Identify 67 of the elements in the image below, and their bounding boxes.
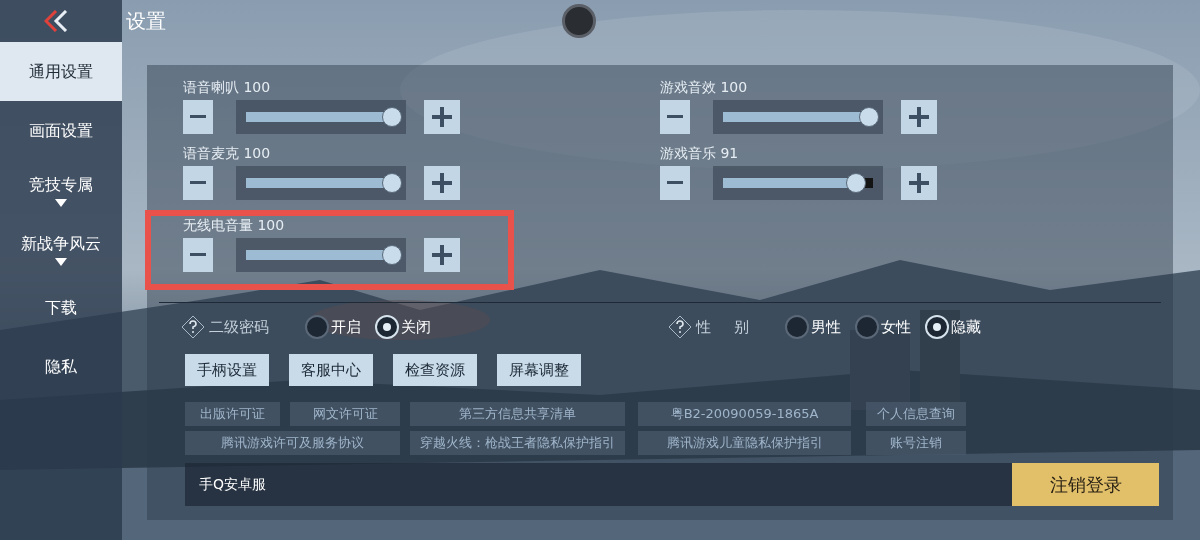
plus-button[interactable]	[901, 166, 937, 200]
minus-icon	[667, 115, 683, 119]
slider-track[interactable]	[236, 100, 406, 134]
plus-button[interactable]	[424, 238, 460, 272]
server-label: 手Q安卓服	[199, 475, 267, 494]
minus-button[interactable]	[183, 166, 213, 200]
link-button[interactable]: 腾讯游戏儿童隐私保护指引	[638, 431, 851, 455]
minus-button[interactable]	[660, 166, 690, 200]
help-icon[interactable]	[181, 315, 205, 339]
plus-icon	[432, 245, 452, 265]
link-button[interactable]: 第三方信息共享清单	[410, 402, 625, 426]
minus-icon	[190, 181, 206, 185]
page-title: 设置	[126, 8, 166, 35]
radio-option[interactable]: 关闭	[375, 315, 431, 339]
option-label: 二级密码	[209, 316, 269, 338]
link-button[interactable]: 出版许可证	[185, 402, 280, 426]
link-button[interactable]: 粤B2-20090059-1865A	[638, 402, 851, 426]
link-button[interactable]: 个人信息查询	[866, 402, 966, 426]
sidebar-item[interactable]: 竞技专属	[0, 160, 122, 219]
action-button[interactable]: 客服中心	[289, 354, 373, 386]
radio-option[interactable]: 隐藏	[924, 315, 981, 339]
slider-track[interactable]	[713, 100, 883, 134]
slider-label: 语音麦克 100	[183, 144, 271, 162]
slider-track[interactable]	[713, 166, 883, 200]
back-icon[interactable]	[44, 10, 68, 32]
minus-icon	[667, 181, 683, 185]
option-label: 性 别	[696, 316, 749, 338]
minus-button[interactable]	[660, 100, 690, 134]
help-icon[interactable]	[668, 315, 692, 339]
slider-label: 游戏音效 100	[660, 78, 748, 96]
plus-icon	[909, 107, 929, 127]
slider-label: 语音喇叭 100	[183, 78, 271, 96]
plus-button[interactable]	[901, 100, 937, 134]
plus-icon	[432, 173, 452, 193]
plus-button[interactable]	[424, 100, 460, 134]
slider-thumb[interactable]	[859, 107, 879, 127]
sidebar-item[interactable]: 新战争风云	[0, 219, 122, 278]
minus-button[interactable]	[183, 100, 213, 134]
link-button[interactable]: 网文许可证	[290, 402, 400, 426]
slider-label: 游戏音乐 91	[660, 144, 739, 162]
slider-thumb[interactable]	[845, 173, 866, 193]
slider-label: 无线电音量 100	[183, 216, 285, 234]
action-button[interactable]: 检查资源	[393, 354, 477, 386]
radio-option[interactable]: 女性	[854, 315, 911, 339]
plus-icon	[909, 173, 929, 193]
minus-button[interactable]	[183, 238, 213, 272]
slider-track[interactable]	[236, 166, 406, 200]
plus-button[interactable]	[424, 166, 460, 200]
slider-thumb[interactable]	[382, 107, 402, 127]
plus-icon	[432, 107, 452, 127]
sidebar-item[interactable]: 通用设置	[0, 42, 122, 101]
sidebar-item[interactable]: 下载	[0, 278, 122, 337]
action-button[interactable]: 手柄设置	[185, 354, 269, 386]
sidebar-item[interactable]: 画面设置	[0, 101, 122, 160]
link-button[interactable]: 穿越火线：枪战王者隐私保护指引	[410, 431, 625, 455]
minus-icon	[190, 115, 206, 119]
slider-track[interactable]	[236, 238, 406, 272]
slider-thumb[interactable]	[382, 173, 402, 193]
link-button[interactable]: 账号注销	[866, 431, 966, 455]
minus-icon	[190, 253, 206, 257]
radio-option[interactable]: 开启	[305, 315, 361, 339]
link-button[interactable]: 腾讯游戏许可及服务协议	[185, 431, 400, 455]
logout-button[interactable]: 注销登录	[1012, 463, 1159, 506]
sidebar-item[interactable]: 隐私	[0, 337, 122, 396]
radio-option[interactable]: 男性	[784, 315, 841, 339]
slider-thumb[interactable]	[382, 245, 402, 265]
action-button[interactable]: 屏幕调整	[497, 354, 581, 386]
